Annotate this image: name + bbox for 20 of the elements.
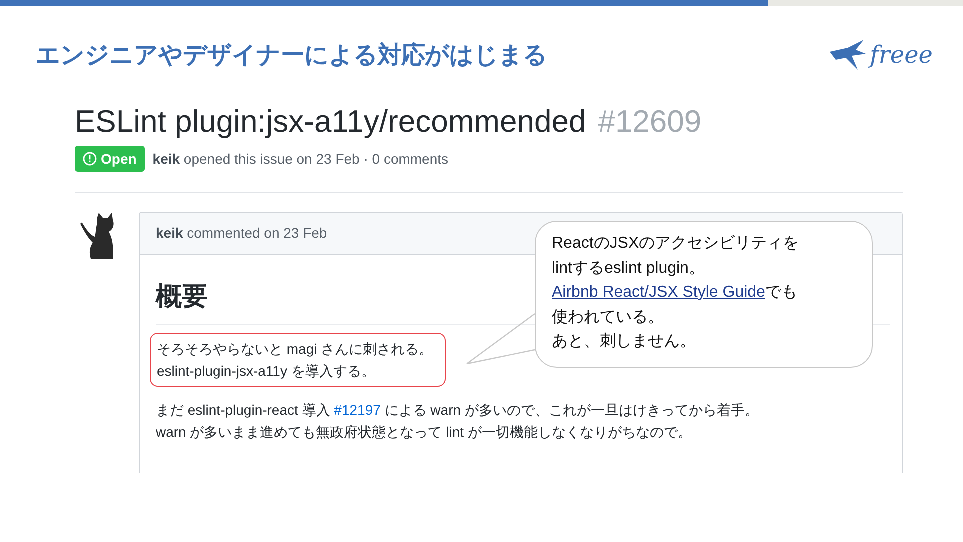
guide-link[interactable]: Airbnb React/JSX Style Guide bbox=[552, 284, 766, 301]
bubble-text: Airbnb React/JSX Style Guideでも bbox=[552, 283, 798, 303]
bubble-text: lintするeslint plugin。 bbox=[552, 258, 706, 278]
swallow-icon bbox=[828, 38, 868, 72]
bubble-text: 使われている。 bbox=[552, 308, 665, 328]
status-badge: Open bbox=[75, 146, 145, 172]
issue-title: ESLint plugin:jsx-a11y/recommended bbox=[75, 104, 586, 140]
highlighted-text: eslint-plugin-jsx-a11y を導入する。 bbox=[157, 362, 376, 381]
comment-text: まだ eslint-plugin-react 導入 #12197 による warn が多いので、これが一旦はけきってから着手。 bbox=[156, 401, 760, 420]
issue-link[interactable]: #12197 bbox=[334, 402, 381, 418]
issue-meta: keik opened this issue on 23 Feb · 0 comments bbox=[152, 151, 449, 167]
comment-text: warn が多いまま進めても無政府状態となって lint が一切機能しなくなりがちなので。 bbox=[156, 423, 693, 442]
comment-heading: 概要 bbox=[156, 280, 208, 313]
issue-number: #12609 bbox=[598, 104, 702, 140]
bubble-text: あと、刺しません。 bbox=[552, 332, 697, 352]
bubble-text: ReactのJSXのアクセシビリティを bbox=[552, 234, 800, 254]
comment-header-text: keik commented on 23 Feb bbox=[156, 225, 328, 241]
logo-text: freee bbox=[870, 41, 933, 69]
slide-title: エンジニアやデザイナーによる対応がはじまる bbox=[36, 41, 548, 71]
highlighted-text: そろそろやらないと magi さんに刺される。 bbox=[157, 340, 434, 359]
